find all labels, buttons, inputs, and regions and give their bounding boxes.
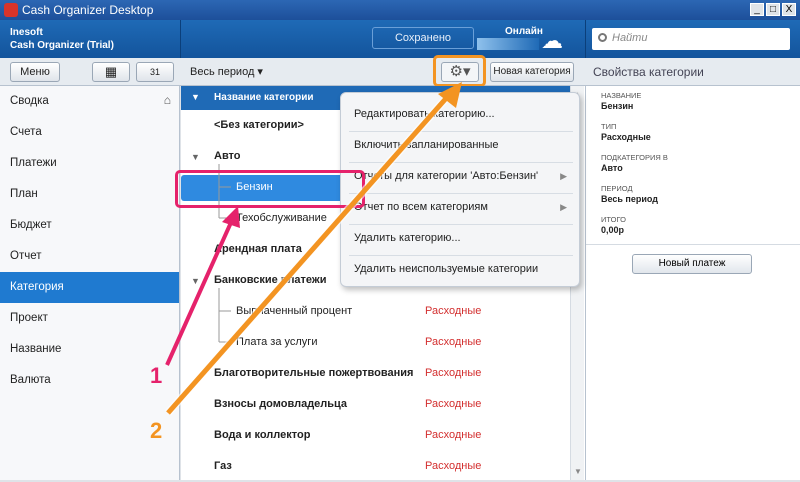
annotation-label-2: 2 xyxy=(150,418,163,443)
annotation-arrows xyxy=(165,82,462,416)
annotation-label-1: 1 xyxy=(150,363,163,388)
